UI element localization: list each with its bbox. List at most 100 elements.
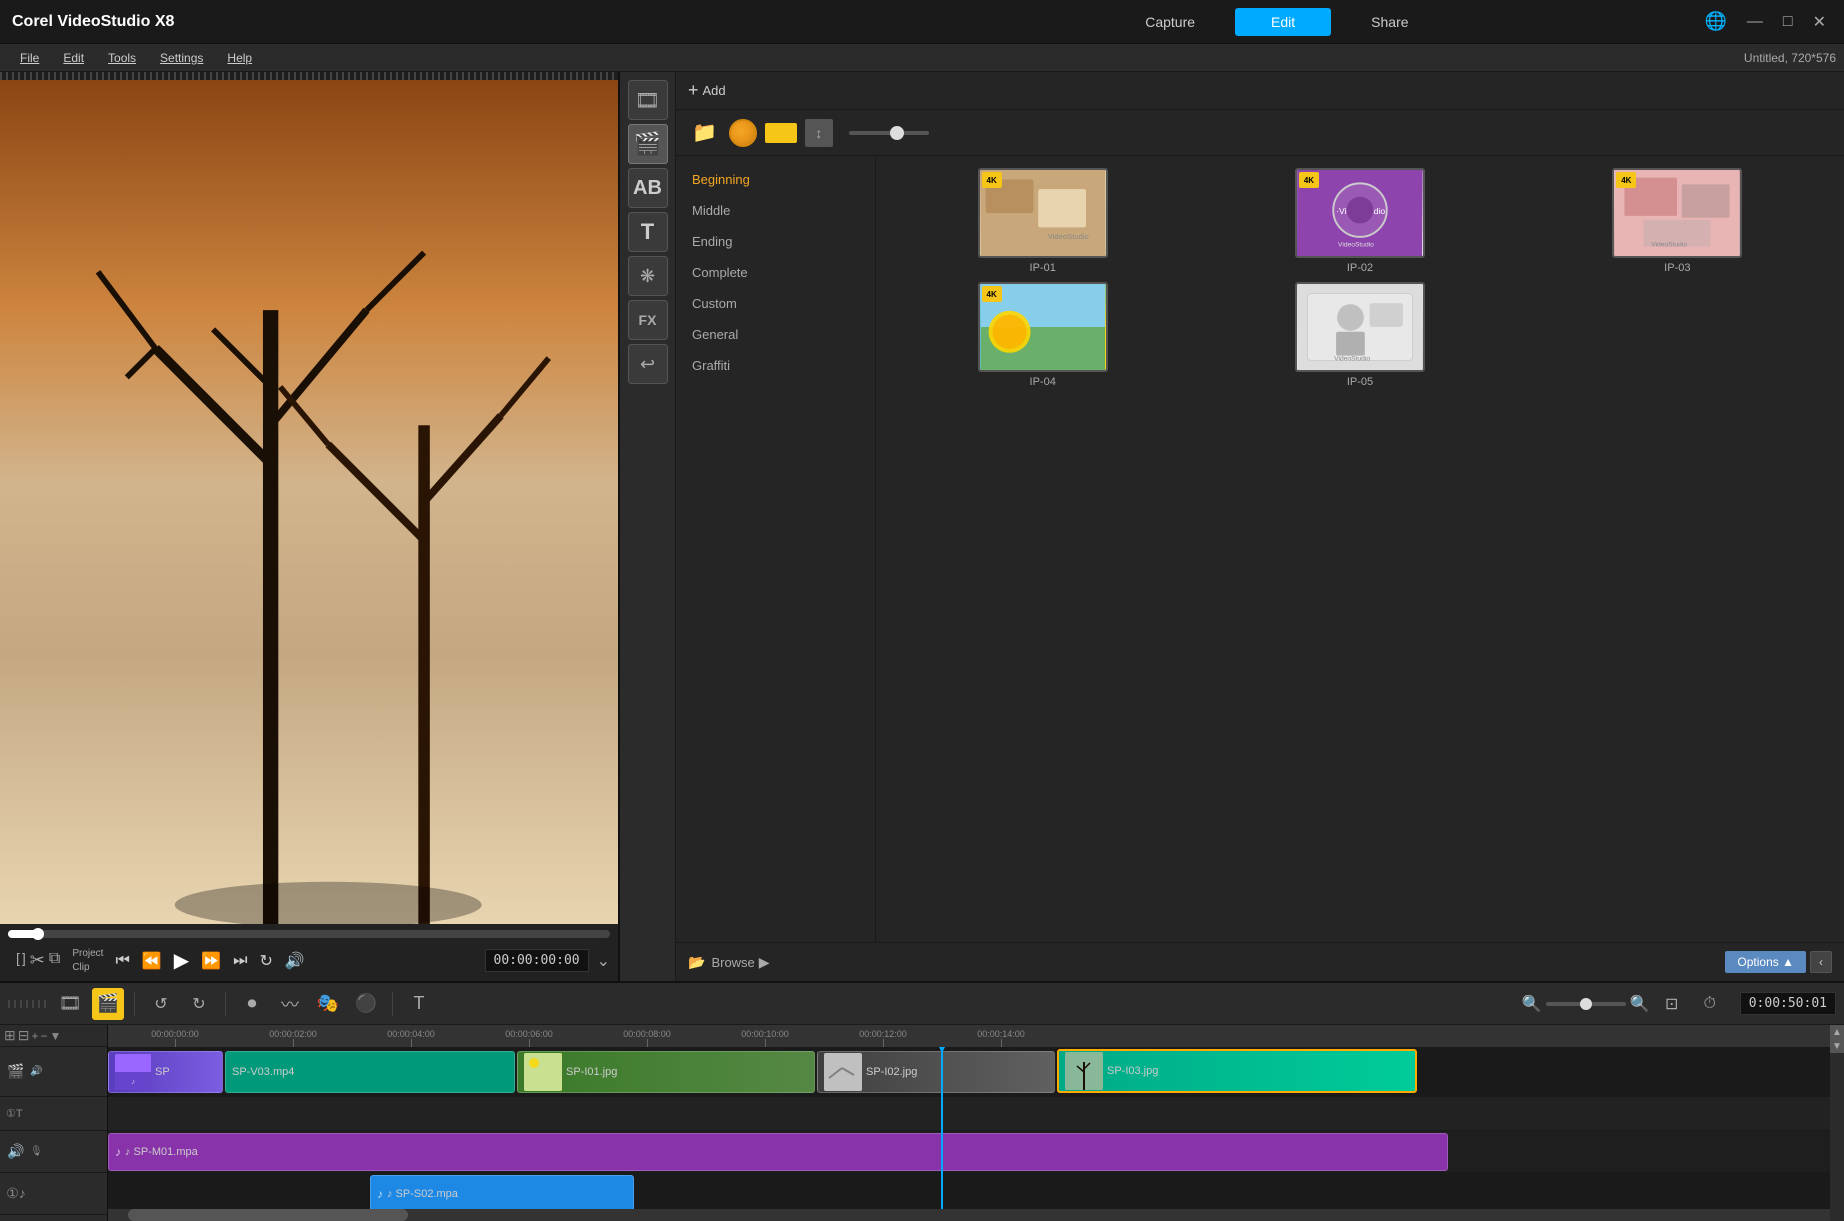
loop-btn[interactable]: ↻ bbox=[255, 949, 276, 973]
category-middle[interactable]: Middle bbox=[676, 195, 875, 226]
timeline-time-counter: 0:00:50:01 bbox=[1740, 992, 1836, 1015]
category-graffiti[interactable]: Graffiti bbox=[676, 350, 875, 381]
add-track-icon[interactable]: ⊞ bbox=[4, 1027, 16, 1044]
zoom-track[interactable] bbox=[1546, 1002, 1626, 1006]
menu-help[interactable]: Help bbox=[215, 47, 264, 69]
motion-tool-btn[interactable]: ↩ bbox=[628, 344, 668, 384]
close-btn[interactable]: ✕ bbox=[1807, 10, 1832, 34]
tl-audio-btn[interactable]: 〰 bbox=[274, 988, 306, 1020]
media-tool-btn[interactable]: 🎞 bbox=[628, 80, 668, 120]
track-label-video: 🎬 🔊 bbox=[0, 1047, 107, 1097]
browse-bar: 📂 Browse ▶ Options ▲ ‹ bbox=[676, 942, 1844, 981]
title-track-icon: ①T bbox=[6, 1107, 23, 1120]
slider-track[interactable] bbox=[849, 131, 929, 135]
clip-sps02[interactable]: ♪ ♪ SP-S02.mpa bbox=[370, 1175, 634, 1209]
progress-bar[interactable] bbox=[8, 930, 610, 938]
tl-undo-btn[interactable]: ↺ bbox=[145, 988, 177, 1020]
category-general[interactable]: General bbox=[676, 319, 875, 350]
tl-redo-btn[interactable]: ↻ bbox=[183, 988, 215, 1020]
yellow-rect-btn[interactable] bbox=[765, 123, 797, 143]
category-complete[interactable]: Complete bbox=[676, 257, 875, 288]
clip-spv03[interactable]: SP-V03.mp4 bbox=[225, 1051, 515, 1093]
menu-bar: File Edit Tools Settings Help Untitled, … bbox=[0, 44, 1844, 72]
plus-icon: + bbox=[31, 1029, 38, 1043]
scrollbar-thumb[interactable] bbox=[128, 1209, 408, 1221]
text-tool-btn[interactable]: AB bbox=[628, 168, 668, 208]
thumbnail-ip02[interactable]: 4K ·VideoStudio VideoStudio IP-02 bbox=[1205, 168, 1514, 274]
project-title: Untitled, 720*576 bbox=[1744, 51, 1836, 65]
tl-title-btn[interactable]: T bbox=[403, 988, 435, 1020]
title-tool-btn[interactable]: 🎬 bbox=[628, 124, 668, 164]
filter-tool-btn[interactable]: ❋ bbox=[628, 256, 668, 296]
scroll-down-btn[interactable]: ▼ bbox=[1830, 1039, 1844, 1053]
clip-spi02-label: SP-I02.jpg bbox=[866, 1066, 917, 1078]
mark-in-btn[interactable]: [ bbox=[16, 950, 20, 971]
zoom-out-btn[interactable]: 🔍 bbox=[1522, 994, 1542, 1014]
step-back-btn[interactable]: ⏪ bbox=[138, 949, 166, 973]
tl-fit-btn[interactable]: ⊡ bbox=[1656, 988, 1688, 1020]
ruler-mark-6: 00:00:12:00 bbox=[824, 1029, 942, 1047]
mark-out-btn[interactable]: ] bbox=[22, 950, 26, 971]
tab-share[interactable]: Share bbox=[1335, 8, 1444, 36]
globe-icon[interactable] bbox=[729, 119, 757, 147]
menu-edit[interactable]: Edit bbox=[51, 47, 96, 69]
tl-transition-btn[interactable]: 🎭 bbox=[312, 988, 344, 1020]
tl-split-btn[interactable]: ⚫ bbox=[350, 988, 382, 1020]
category-ending[interactable]: Ending bbox=[676, 226, 875, 257]
copy-btn[interactable]: ⧉ bbox=[49, 950, 60, 971]
tab-capture[interactable]: Capture bbox=[1109, 8, 1231, 36]
time-expand-btn[interactable]: ⌄ bbox=[597, 951, 610, 971]
step-fwd-btn[interactable]: ⏩ bbox=[197, 949, 225, 973]
clip-spm01[interactable]: ♪ ♪ SP-M01.mpa bbox=[108, 1133, 1448, 1171]
thumbnail-ip01[interactable]: 4K VideoStudio IP-01 bbox=[888, 168, 1197, 274]
media-toolbar: 📁 ↕ bbox=[676, 110, 1844, 156]
menu-tools[interactable]: Tools bbox=[96, 47, 148, 69]
remove-track-icon[interactable]: ⊟ bbox=[18, 1027, 30, 1044]
folder-btn[interactable]: 📁 bbox=[688, 116, 721, 149]
tl-sep-1 bbox=[134, 992, 135, 1016]
cut-btn[interactable]: ✂ bbox=[30, 950, 45, 971]
progress-thumb[interactable] bbox=[32, 928, 44, 940]
minimize-btn[interactable]: — bbox=[1741, 11, 1769, 33]
thumbnail-ip05[interactable]: VideoStudio IP-05 bbox=[1205, 282, 1514, 388]
thumbnail-ip04[interactable]: 4K IP-04 bbox=[888, 282, 1197, 388]
thumbnail-ip03[interactable]: 4K VideoStudio IP-03 bbox=[1523, 168, 1832, 274]
play-btn[interactable]: ▶ bbox=[170, 946, 193, 975]
zoom-in-btn[interactable]: 🔍 bbox=[1630, 994, 1650, 1014]
menu-file[interactable]: File bbox=[8, 47, 51, 69]
tl-record-btn[interactable]: ⏺ bbox=[236, 988, 268, 1020]
playhead[interactable] bbox=[941, 1047, 943, 1209]
vertical-scrollbar[interactable]: ▲ ▼ bbox=[1830, 1025, 1844, 1221]
globe-btn[interactable]: 🌐 bbox=[1699, 9, 1733, 34]
tl-storyboard-btn[interactable]: 🎞 bbox=[54, 988, 86, 1020]
forward-end-btn[interactable]: ⏭ bbox=[229, 950, 251, 972]
clip-spi01[interactable]: SP-I01.jpg bbox=[517, 1051, 815, 1093]
tab-edit[interactable]: Edit bbox=[1235, 8, 1331, 36]
menu-settings[interactable]: Settings bbox=[148, 47, 215, 69]
video-mute-btn[interactable]: 🔊 bbox=[30, 1066, 42, 1077]
collapse-btn[interactable]: ‹ bbox=[1810, 951, 1832, 973]
voice-mute-btn[interactable]: 🎙 bbox=[30, 1146, 43, 1157]
volume-btn[interactable]: 🔊 bbox=[281, 949, 309, 973]
clip-spi03[interactable]: SP-I03.jpg bbox=[1057, 1049, 1417, 1093]
clip-sp[interactable]: ♪ SP bbox=[108, 1051, 223, 1093]
scroll-up-btn[interactable]: ▲ bbox=[1830, 1025, 1844, 1039]
clip-sps02-label: ♪ SP-S02.mpa bbox=[387, 1188, 458, 1200]
type-tool-btn[interactable]: T bbox=[628, 212, 668, 252]
timeline-zoom: 🔍 🔍 bbox=[1522, 994, 1650, 1014]
rewind-start-btn[interactable]: ⏮ bbox=[111, 950, 133, 972]
options-button[interactable]: Options ▲ bbox=[1725, 951, 1806, 973]
browse-expand-btn[interactable]: ▶ bbox=[759, 954, 770, 971]
sort-btn[interactable]: ↕ bbox=[805, 119, 833, 147]
add-button[interactable]: + Add bbox=[688, 80, 726, 101]
fx-tool-btn[interactable]: FX bbox=[628, 300, 668, 340]
tl-clock-btn[interactable]: ⏱ bbox=[1694, 988, 1726, 1020]
time-display: 00:00:00:00 bbox=[485, 949, 589, 972]
tl-timeline-btn[interactable]: 🎬 bbox=[92, 988, 124, 1020]
category-custom[interactable]: Custom bbox=[676, 288, 875, 319]
sp-audio-icon: ♪ bbox=[131, 1077, 135, 1086]
category-beginning[interactable]: Beginning bbox=[676, 164, 875, 195]
timeline-scrollbar[interactable] bbox=[108, 1209, 1844, 1221]
maximize-btn[interactable]: □ bbox=[1777, 11, 1799, 33]
clip-spi02[interactable]: SP-I02.jpg bbox=[817, 1051, 1055, 1093]
